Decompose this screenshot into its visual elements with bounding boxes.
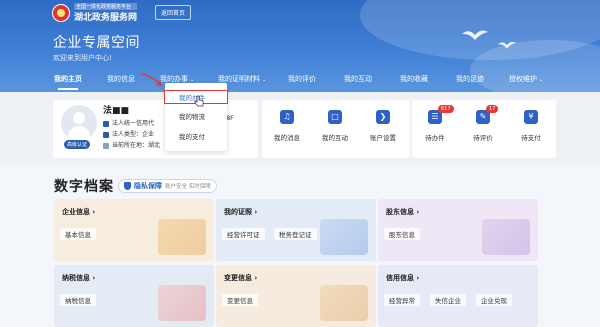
quick-link-label: 待办件 bbox=[425, 134, 445, 142]
menu-item-my-payments[interactable]: 我的支付 bbox=[165, 130, 227, 144]
nav-footprints[interactable]: 我的足迹 bbox=[456, 71, 484, 88]
card-title: 纳税信息 › bbox=[62, 274, 96, 282]
nav-home[interactable]: 我的主页 bbox=[54, 71, 82, 90]
id-icon bbox=[103, 120, 109, 127]
back-home-button[interactable]: 返回首页 bbox=[155, 5, 192, 20]
site-logo[interactable]: 全国一体化政务服务平台 湖北政务服务网 bbox=[52, 3, 138, 23]
quick-link-label: 账户设置 bbox=[370, 134, 396, 142]
quick-link-label: 待支付 bbox=[521, 134, 541, 142]
quick-link-account-settings[interactable]: ❯ 账户设置 bbox=[360, 100, 406, 158]
logo-subtitle: 全国一体化政务服务平台 bbox=[74, 3, 138, 10]
nav-authorization-label: 授权维护 bbox=[509, 75, 537, 83]
card-tag[interactable]: 股东信息 bbox=[384, 228, 420, 240]
user-icon bbox=[103, 131, 109, 138]
bird-icon bbox=[462, 30, 488, 40]
card-tag[interactable]: 变更信息 bbox=[222, 294, 258, 306]
main-nav: 我的主页 我的信息 我的办事 ⌄ 我的证明材料 ⌄ 我的评价 我的互动 我的收藏 我… bbox=[0, 71, 600, 90]
nav-interaction[interactable]: 我的互动 bbox=[344, 71, 372, 88]
chevron-down-icon: ⌄ bbox=[539, 77, 544, 83]
card-tag[interactable]: 税务登记证 bbox=[274, 228, 317, 240]
quick-link-label: 待评价 bbox=[473, 134, 493, 142]
profile-type-label: 法人类型：企业 bbox=[112, 131, 155, 138]
quick-link-messages[interactable]: ♫ 我的消息 bbox=[264, 100, 310, 158]
building-illustration bbox=[158, 219, 206, 255]
tax-illustration bbox=[158, 285, 206, 321]
archive-card-changes[interactable]: 变更信息 › 变更信息 bbox=[216, 265, 376, 327]
affairs-dropdown-menu: 我的办件 我的物流 我的支付 bbox=[164, 83, 228, 151]
quick-link-pending-cases[interactable]: ☰ 617 待办件 bbox=[412, 100, 458, 158]
digital-archive-section: 数字档案 隐私保障 账户安全 实时保障 企业信息 › 基本信息 我的证照 › 经… bbox=[0, 165, 600, 327]
nav-certificates-label: 我的证明材料 bbox=[218, 75, 260, 83]
emblem-icon bbox=[52, 4, 70, 22]
hand-cursor-icon bbox=[194, 95, 204, 107]
profile-credit-code: 法人统一信用代 bbox=[103, 118, 154, 127]
welcome-text: 欢迎来到用户中心! bbox=[53, 54, 112, 62]
header-banner: 全国一体化政务服务平台 湖北政务服务网 返回首页 企业专属空间 欢迎来到用户中心… bbox=[0, 0, 600, 92]
space-title: 企业专属空间 bbox=[53, 35, 140, 51]
logo-title: 湖北政务服务网 bbox=[74, 13, 138, 23]
avatar[interactable] bbox=[61, 105, 97, 141]
bell-icon: ♫ bbox=[280, 110, 294, 124]
people-illustration bbox=[482, 219, 530, 255]
card-title: 股东信息 › bbox=[386, 208, 420, 216]
archive-card-enterprise[interactable]: 企业信息 › 基本信息 bbox=[54, 199, 214, 261]
card-tag[interactable]: 经营许可证 bbox=[222, 228, 265, 240]
map-illustration bbox=[320, 219, 368, 255]
pending-links-group: ☰ 617 待办件 ✎ 17 待评价 ¥ 待支付 bbox=[412, 100, 556, 158]
profile-name: 法■■ bbox=[103, 106, 130, 116]
quick-link-label: 我的消息 bbox=[274, 134, 300, 142]
quick-links-group: ♫ 我的消息 □ 我的互动 ❯ 账户设置 bbox=[262, 100, 410, 158]
change-illustration bbox=[320, 285, 368, 321]
card-tag[interactable]: 基本信息 bbox=[60, 228, 96, 240]
nav-favorites[interactable]: 我的收藏 bbox=[400, 71, 428, 88]
profile-location-label: 当前所在地：湖北 bbox=[112, 142, 161, 149]
pay-icon: ¥ bbox=[524, 110, 538, 124]
card-title: 信用信息 › bbox=[386, 274, 420, 282]
archive-card-credit[interactable]: 信用信息 › 经营异常 失信企业 企业兑现 bbox=[378, 265, 538, 327]
pending-reviews-badge: 17 bbox=[486, 105, 499, 113]
archive-card-tax[interactable]: 纳税信息 › 纳税信息 bbox=[54, 265, 214, 327]
archive-title: 数字档案 bbox=[54, 179, 114, 195]
quick-link-pending-reviews[interactable]: ✎ 17 待评价 bbox=[460, 100, 506, 158]
shield-icon bbox=[124, 182, 131, 190]
quick-link-label: 我的互动 bbox=[322, 134, 348, 142]
credit-code-label: 法人统一信用代 bbox=[112, 120, 155, 127]
verification-badge: 高级认证 bbox=[64, 140, 91, 149]
menu-item-my-logistics[interactable]: 我的物流 bbox=[165, 110, 227, 124]
privacy-badge: 隐私保障 账户安全 实时保障 bbox=[118, 179, 217, 193]
archive-card-licenses[interactable]: 我的证照 › 经营许可证 税务登记证 bbox=[216, 199, 376, 261]
privacy-title: 隐私保障 bbox=[134, 182, 162, 190]
nav-info[interactable]: 我的信息 bbox=[107, 71, 135, 88]
card-tag[interactable]: 企业兑现 bbox=[476, 294, 512, 306]
pending-cases-badge: 617 bbox=[438, 105, 454, 113]
card-tag[interactable]: 失信企业 bbox=[430, 294, 466, 306]
bird-icon bbox=[498, 41, 516, 49]
privacy-subtitle: 账户安全 实时保障 bbox=[165, 184, 211, 190]
nav-reviews[interactable]: 我的评价 bbox=[288, 71, 316, 88]
profile-location: 当前所在地：湖北 bbox=[103, 140, 160, 149]
nav-authorization[interactable]: 授权维护 ⌄ bbox=[509, 71, 543, 88]
card-title: 变更信息 › bbox=[224, 274, 258, 282]
card-tag[interactable]: 经营异常 bbox=[384, 294, 420, 306]
chat-icon: □ bbox=[328, 110, 342, 124]
card-title: 企业信息 › bbox=[62, 208, 96, 216]
profile-type: 法人类型：企业 bbox=[103, 129, 154, 138]
card-title: 我的证照 › bbox=[224, 208, 258, 216]
chevron-down-icon: ⌄ bbox=[262, 77, 267, 83]
settings-icon: ❯ bbox=[376, 110, 390, 124]
annotation-arrow-icon bbox=[140, 73, 162, 86]
quick-link-pending-payments[interactable]: ¥ 待支付 bbox=[508, 100, 554, 158]
archive-card-shareholders[interactable]: 股东信息 › 股东信息 bbox=[378, 199, 538, 261]
card-tag[interactable]: 纳税信息 bbox=[60, 294, 96, 306]
location-icon bbox=[103, 142, 109, 149]
profile-card: 高级认证 法■■ 法人统一信用代 L8F 法人类型：企业 当前所在地：湖北 bbox=[53, 100, 258, 158]
quick-link-interaction[interactable]: □ 我的互动 bbox=[312, 100, 358, 158]
